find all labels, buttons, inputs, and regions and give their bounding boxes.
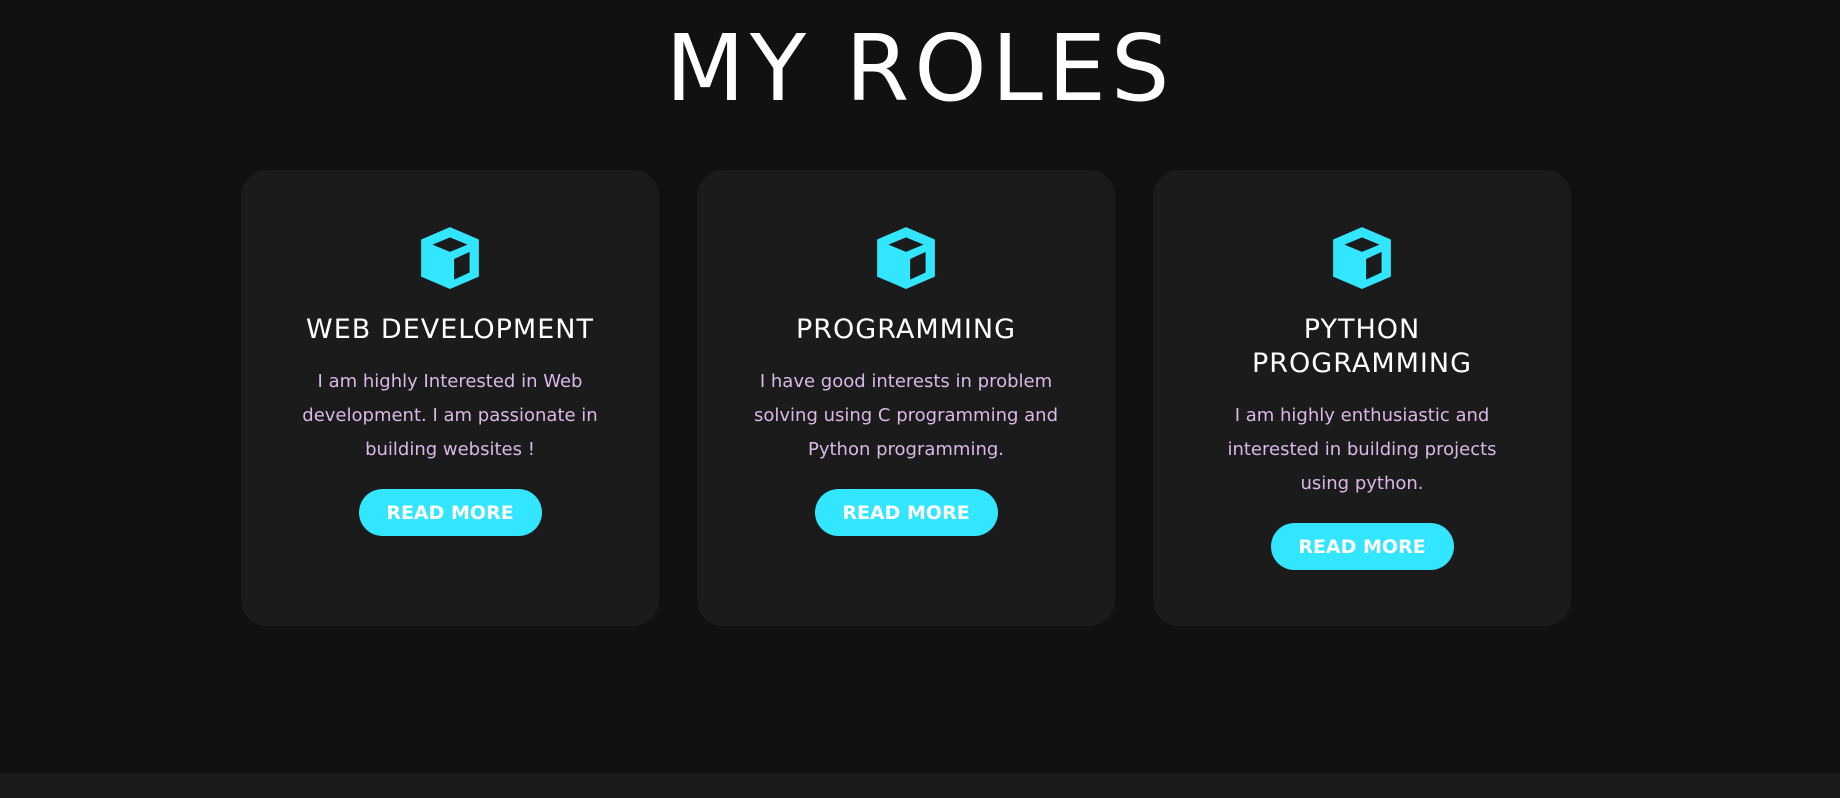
card-description: I have good interests in problem solving…: [753, 371, 1059, 460]
card-description: I am highly enthusiastic and interested …: [1227, 405, 1497, 494]
role-card-programming: PROGRAMMING I have good interests in pro…: [697, 170, 1115, 626]
role-card-python-programming: PYTHON PROGRAMMING I am highly enthusias…: [1153, 170, 1571, 626]
cube-icon: [1329, 225, 1395, 291]
card-title: PYTHON PROGRAMMING: [1251, 314, 1473, 379]
role-card-web-development: WEB DEVELOPMENT I am highly Interested i…: [241, 170, 659, 626]
section-title: MY ROLES: [665, 15, 1175, 122]
read-more-button[interactable]: READ MORE: [1270, 523, 1454, 570]
read-more-button[interactable]: READ MORE: [358, 489, 542, 536]
card-title: PROGRAMMING: [795, 314, 1017, 345]
card-description: I am highly Interested in Web developmen…: [302, 371, 598, 460]
roles-section: MY ROLES WEB DEVELOPMENT I am highly Int…: [0, 0, 1840, 798]
read-more-button[interactable]: READ MORE: [814, 489, 998, 536]
footer-strip: [0, 773, 1840, 798]
card-title: WEB DEVELOPMENT: [306, 314, 594, 345]
cube-icon: [417, 225, 483, 291]
roles-cards: WEB DEVELOPMENT I am highly Interested i…: [241, 170, 1571, 626]
cube-icon: [873, 225, 939, 291]
